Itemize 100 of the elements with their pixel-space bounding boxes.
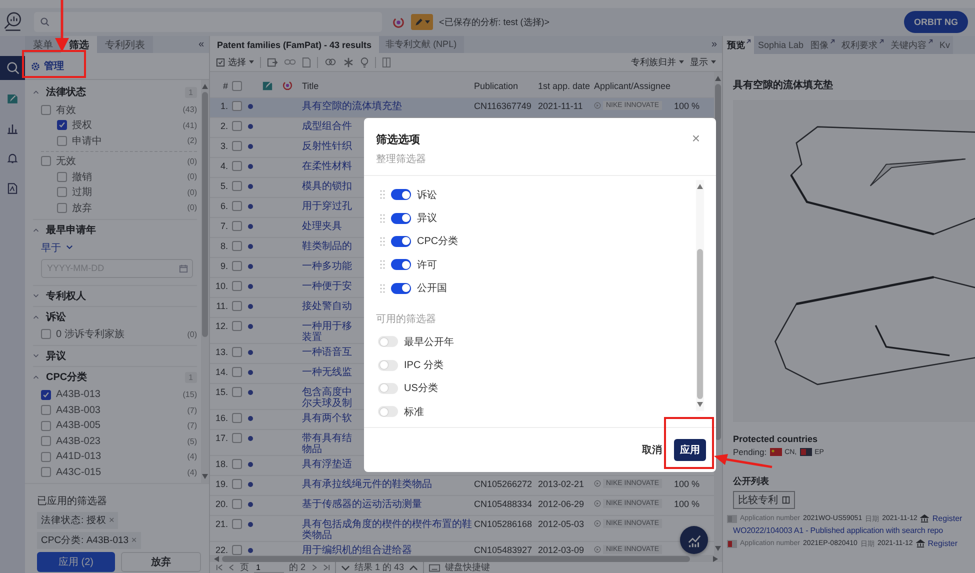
- checkbox[interactable]: [57, 202, 67, 213]
- filter-chip[interactable]: 法律状态: 授权 ×: [37, 512, 118, 529]
- checkbox[interactable]: [232, 479, 242, 489]
- checkbox[interactable]: [232, 241, 242, 251]
- checkbox[interactable]: [41, 104, 51, 115]
- checkbox[interactable]: [232, 347, 242, 357]
- patent-title-link[interactable]: 一种便于安: [302, 281, 352, 292]
- filter-chip[interactable]: CPC分类: A43B-013 ×: [37, 532, 141, 549]
- checkbox[interactable]: [232, 261, 242, 271]
- section-title[interactable]: 最早申请年: [46, 222, 96, 236]
- toggle-switch[interactable]: [391, 282, 411, 294]
- export-icon[interactable]: [267, 56, 278, 68]
- toggle-switch[interactable]: [391, 259, 411, 270]
- checkbox[interactable]: [232, 101, 242, 111]
- checkbox[interactable]: [232, 367, 242, 377]
- checkbox[interactable]: [232, 141, 242, 151]
- play-icon[interactable]: [594, 520, 601, 527]
- apply-button[interactable]: 应用 (2): [37, 552, 115, 572]
- play-icon[interactable]: [594, 500, 601, 507]
- next-page-icon[interactable]: [310, 564, 318, 571]
- column-header[interactable]: Title: [302, 80, 474, 90]
- preview-tab[interactable]: 预览: [723, 36, 754, 54]
- patent-title-link[interactable]: 带有具有结物品: [302, 433, 352, 455]
- close-button[interactable]: ×: [692, 130, 700, 146]
- scrollbar[interactable]: [210, 555, 722, 562]
- results-tab[interactable]: 非专利文献 (NPL): [378, 36, 464, 53]
- play-icon[interactable]: [594, 102, 601, 109]
- patent-title-link[interactable]: 接处警自动: [302, 301, 352, 312]
- checkbox[interactable]: [57, 187, 67, 198]
- section-title[interactable]: CPC分类: [46, 370, 88, 384]
- patent-title-link[interactable]: 成型组合件: [302, 121, 352, 132]
- drag-handle-icon[interactable]: [380, 190, 385, 200]
- expand-button[interactable]: »: [706, 36, 722, 53]
- checkbox[interactable]: [57, 136, 67, 146]
- register-link[interactable]: Register: [928, 539, 958, 548]
- checkbox[interactable]: [232, 121, 242, 131]
- scrollbar[interactable]: [696, 180, 704, 411]
- patent-title-link[interactable]: 具有承拉线绳元件的鞋类物品: [302, 479, 474, 490]
- checkbox[interactable]: [232, 413, 242, 423]
- column-header[interactable]: Publication: [474, 80, 538, 90]
- patent-title-link[interactable]: 处理夹具: [302, 221, 352, 232]
- chevron-up-icon[interactable]: [409, 564, 418, 570]
- patent-title-link[interactable]: 一种无线监: [302, 367, 352, 378]
- patent-title-link[interactable]: 具有两个软: [302, 413, 352, 424]
- chevron-icon[interactable]: [33, 375, 39, 379]
- checkbox[interactable]: [41, 452, 51, 462]
- section-title[interactable]: 诉讼: [46, 310, 66, 324]
- drag-handle-icon[interactable]: [380, 284, 385, 293]
- preview-tab[interactable]: 权利要求: [838, 36, 887, 54]
- page-field[interactable]: 1: [254, 562, 284, 573]
- checkbox[interactable]: [41, 390, 51, 400]
- register-link[interactable]: Register: [932, 514, 962, 523]
- bulb-icon[interactable]: [360, 56, 369, 68]
- checkbox[interactable]: [232, 545, 242, 555]
- preview-tab[interactable]: Sophia Lab: [754, 36, 807, 54]
- patent-title-link[interactable]: 一种语音互: [302, 347, 352, 358]
- checkbox[interactable]: [232, 519, 242, 529]
- toggle-switch[interactable]: [378, 382, 398, 394]
- toggle-switch[interactable]: [391, 189, 411, 200]
- checkbox[interactable]: [41, 329, 51, 340]
- checkbox[interactable]: [57, 172, 67, 182]
- checkbox[interactable]: [232, 161, 242, 171]
- pdf-icon[interactable]: [302, 56, 311, 68]
- first-page-icon[interactable]: [216, 564, 223, 571]
- chevron-icon[interactable]: [33, 294, 39, 298]
- compare-button[interactable]: 比较专利: [733, 491, 795, 509]
- venn-icon[interactable]: [324, 58, 337, 66]
- patent-title-link[interactable]: 具有空隙的流体填充垫: [302, 101, 474, 112]
- checkbox[interactable]: [41, 156, 51, 166]
- chevron-icon[interactable]: [33, 90, 39, 94]
- patent-title-link[interactable]: 一种用于移装置: [302, 321, 352, 343]
- panel-tab[interactable]: 专利列表: [97, 36, 153, 53]
- section-title[interactable]: 专利权人: [46, 288, 86, 302]
- play-icon[interactable]: [594, 480, 601, 487]
- checkbox[interactable]: [232, 80, 242, 90]
- patent-title-link[interactable]: 一种多功能: [302, 261, 352, 272]
- checkbox[interactable]: [232, 201, 242, 211]
- analytics-button[interactable]: [680, 526, 708, 554]
- apply-button[interactable]: 应用: [674, 439, 706, 461]
- patent-title-link[interactable]: 用于穿过孔: [302, 201, 352, 212]
- group-dropdown[interactable]: 专利族归并: [631, 56, 684, 68]
- preview-tab[interactable]: 关键内容: [886, 36, 936, 54]
- drag-handle-icon[interactable]: [380, 260, 385, 270]
- link-icon[interactable]: [284, 58, 296, 66]
- checkbox[interactable]: [232, 281, 242, 291]
- toggle-switch[interactable]: [391, 236, 411, 247]
- checkbox[interactable]: [41, 405, 51, 416]
- patent-title-link[interactable]: 基于传感器的运动活动测量: [302, 499, 474, 510]
- checkbox[interactable]: [232, 221, 242, 231]
- patent-title-link[interactable]: 具有包括成角度的楔件的楔件布置的鞋类物品: [302, 519, 474, 541]
- results-tab[interactable]: Patent families (FamPat) - 43 results: [210, 36, 379, 53]
- publication-link[interactable]: WO2022/104003 A1 - Published application with search repo: [733, 526, 943, 535]
- display-dropdown[interactable]: 显示: [690, 56, 716, 68]
- account-button[interactable]: ORBIT NG: [904, 11, 968, 33]
- patent-title-link[interactable]: 包含高度中尔夫球及制: [302, 387, 352, 409]
- chevron-down-icon[interactable]: [340, 564, 350, 570]
- patent-title-link[interactable]: 具有浮垫适: [302, 459, 352, 470]
- preview-tab[interactable]: Kv: [936, 36, 954, 54]
- saved-analysis-link[interactable]: <已保存的分析: test (选择)>: [439, 16, 550, 28]
- column-header[interactable]: 1st app. date: [538, 80, 594, 90]
